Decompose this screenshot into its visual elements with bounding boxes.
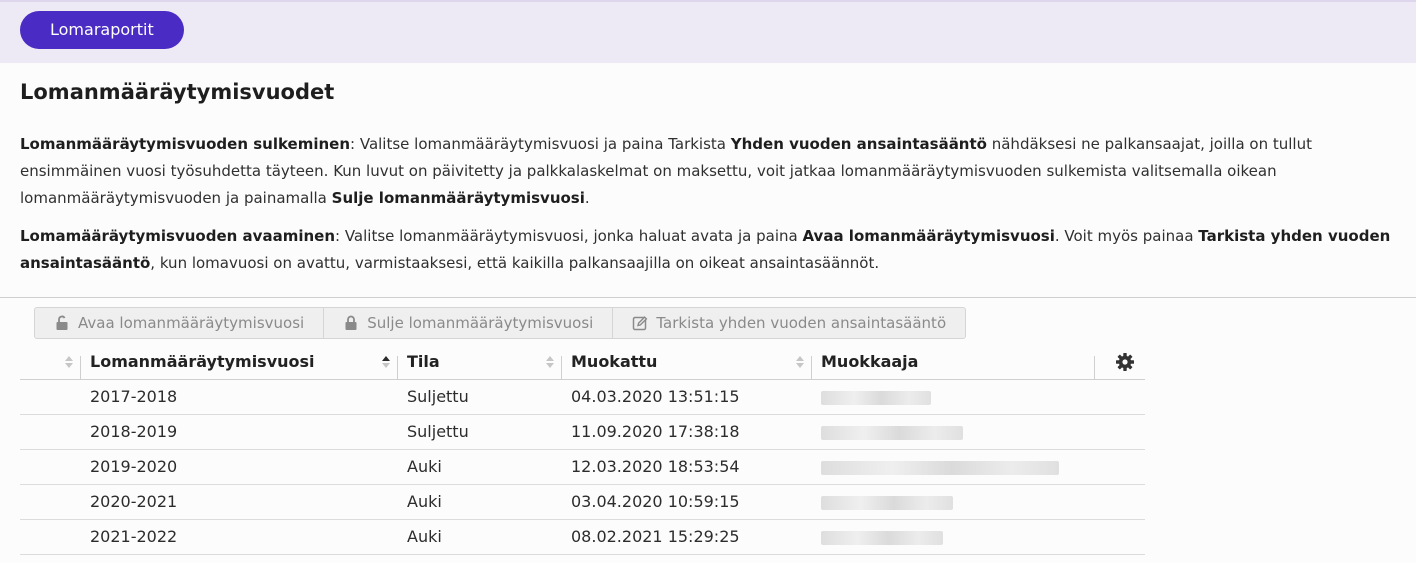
divider bbox=[0, 297, 1416, 298]
years-table: Lomanmääräytymisvuosi Tila Muokattu Muok… bbox=[20, 344, 1145, 555]
body-text: . bbox=[584, 189, 590, 207]
table-row[interactable]: 2021-2022 Auki 08.02.2021 15:29:25 bbox=[20, 520, 1145, 555]
table-row[interactable]: 2018-2019 Suljettu 11.09.2020 17:38:18 bbox=[20, 415, 1145, 450]
header-select[interactable] bbox=[20, 344, 81, 379]
holiday-reports-button[interactable]: Lomaraportit bbox=[20, 11, 184, 49]
closing-instructions: Lomanmääräytymisvuoden sulkeminen: Valit… bbox=[20, 131, 1410, 212]
table-header: Lomanmääräytymisvuosi Tila Muokattu Muok… bbox=[20, 344, 1145, 380]
status-cell: Auki bbox=[407, 457, 442, 476]
status-cell: Suljettu bbox=[407, 387, 469, 406]
emphasis-text: Yhden vuoden ansaintasääntö bbox=[730, 135, 987, 153]
table-row[interactable]: 2020-2021 Auki 03.04.2020 10:59:15 bbox=[20, 485, 1145, 520]
emphasis-text: Avaa lomanmääräytymisvuosi bbox=[802, 227, 1055, 245]
body-text: , kun lomavuosi on avattu, varmistaakses… bbox=[150, 254, 880, 272]
status-cell: Auki bbox=[407, 492, 442, 511]
header-modifier[interactable]: Muokkaaja bbox=[812, 344, 1095, 379]
year-cell: 2020-2021 bbox=[90, 492, 178, 511]
sort-icon bbox=[796, 356, 804, 369]
lock-icon bbox=[345, 315, 357, 330]
header-year[interactable]: Lomanmääräytymisvuosi bbox=[81, 344, 398, 379]
modifier-cell bbox=[812, 450, 1095, 484]
sort-asc-icon bbox=[382, 356, 390, 369]
header-status[interactable]: Tila bbox=[398, 344, 562, 379]
emphasis-text: Lomamääräytymisvuoden avaaminen bbox=[20, 227, 335, 245]
open-year-button[interactable]: Avaa lomanmääräytymisvuosi bbox=[35, 308, 325, 338]
column-settings[interactable] bbox=[1095, 344, 1145, 379]
body-text: . Voit myös painaa bbox=[1054, 227, 1199, 245]
year-cell: 2019-2020 bbox=[90, 457, 178, 476]
modifier-cell bbox=[812, 415, 1095, 449]
emphasis-text: Lomanmääräytymisvuoden sulkeminen bbox=[20, 135, 351, 153]
modifier-cell bbox=[812, 380, 1095, 414]
body-text: : Valitse lomanmääräytymisvuosi ja paina… bbox=[350, 135, 731, 153]
status-cell: Suljettu bbox=[407, 422, 469, 441]
check-rule-label: Tarkista yhden vuoden ansaintasääntö bbox=[656, 314, 947, 332]
emphasis-text: Sulje lomanmääräytymisvuosi bbox=[331, 189, 585, 207]
unlock-icon bbox=[56, 315, 68, 330]
gear-icon bbox=[1115, 352, 1134, 371]
table-row[interactable]: 2017-2018 Suljettu 04.03.2020 13:51:15 bbox=[20, 380, 1145, 415]
year-cell: 2021-2022 bbox=[90, 527, 178, 546]
header-modified-label: Muokattu bbox=[571, 352, 658, 371]
year-cell: 2018-2019 bbox=[90, 422, 178, 441]
sort-icon bbox=[546, 356, 554, 369]
modified-cell: 11.09.2020 17:38:18 bbox=[571, 422, 740, 441]
modifier-cell bbox=[812, 520, 1095, 554]
modified-cell: 03.04.2020 10:59:15 bbox=[571, 492, 740, 511]
top-bar: Lomaraportit bbox=[0, 0, 1416, 63]
open-year-label: Avaa lomanmääräytymisvuosi bbox=[78, 314, 305, 332]
edit-icon bbox=[633, 316, 648, 331]
body-text: : Valitse lomanmääräytymisvuosi, jonka h… bbox=[335, 227, 803, 245]
close-year-label: Sulje lomanmääräytymisvuosi bbox=[367, 314, 594, 332]
sort-icon bbox=[65, 356, 73, 369]
header-status-label: Tila bbox=[407, 352, 440, 371]
check-rule-button[interactable]: Tarkista yhden vuoden ansaintasääntö bbox=[613, 308, 965, 338]
modified-cell: 12.03.2020 18:53:54 bbox=[571, 457, 740, 476]
modified-cell: 08.02.2021 15:29:25 bbox=[571, 527, 740, 546]
opening-instructions: Lomamääräytymisvuoden avaaminen: Valitse… bbox=[20, 223, 1410, 277]
modified-cell: 04.03.2020 13:51:15 bbox=[571, 387, 740, 406]
header-modifier-label: Muokkaaja bbox=[821, 352, 919, 371]
header-modified[interactable]: Muokattu bbox=[562, 344, 812, 379]
status-cell: Auki bbox=[407, 527, 442, 546]
page-title: Lomanmääräytymisvuodet bbox=[20, 80, 335, 104]
toolbar: Avaa lomanmääräytymisvuosi Sulje lomanmä… bbox=[34, 307, 967, 339]
close-year-button[interactable]: Sulje lomanmääräytymisvuosi bbox=[324, 308, 614, 338]
year-cell: 2017-2018 bbox=[90, 387, 178, 406]
header-year-label: Lomanmääräytymisvuosi bbox=[90, 352, 315, 371]
table-row[interactable]: 2019-2020 Auki 12.03.2020 18:53:54 bbox=[20, 450, 1145, 485]
modifier-cell bbox=[812, 485, 1095, 519]
